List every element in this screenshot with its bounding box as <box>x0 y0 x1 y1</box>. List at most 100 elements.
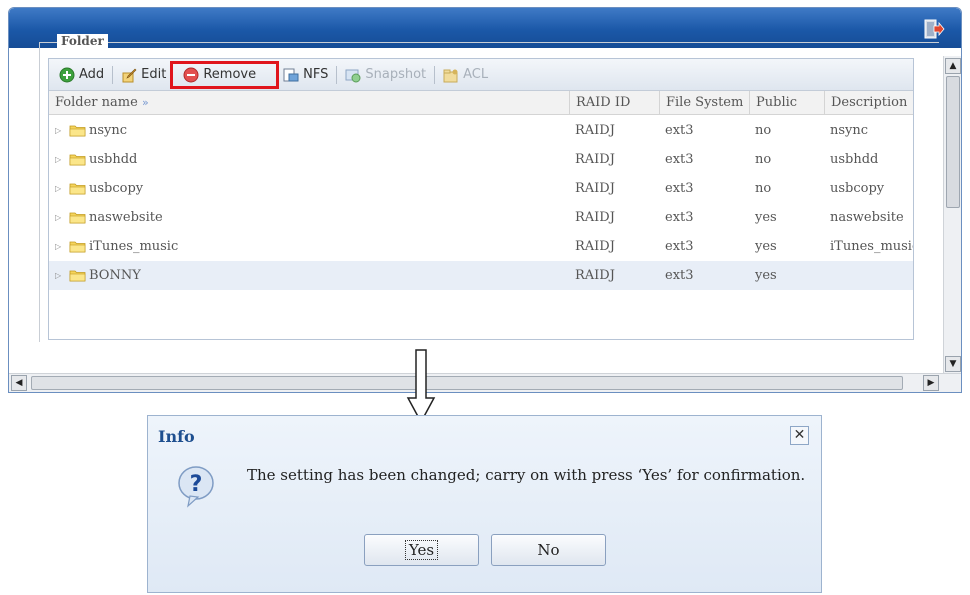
folder-icon <box>69 154 86 166</box>
folder-icon <box>69 241 86 253</box>
add-button-label: Add <box>79 67 105 82</box>
remove-button[interactable]: Remove <box>170 60 280 89</box>
down-arrow-icon <box>406 349 436 424</box>
file-system-cell: ext3 <box>665 181 694 196</box>
logout-icon[interactable] <box>923 18 945 40</box>
description-cell: nsync <box>830 123 869 138</box>
folder-name-cell: ▷ BONNY <box>49 261 569 290</box>
remove-icon <box>183 67 199 82</box>
nfs-icon <box>283 68 299 81</box>
nfs-button[interactable]: NFS <box>279 62 332 88</box>
vertical-scroll-thumb[interactable] <box>946 76 960 208</box>
nfs-button-label: NFS <box>303 67 329 82</box>
expand-arrow-icon[interactable]: ▷ <box>55 174 65 203</box>
raid-id-cell: RAIDJ <box>575 210 615 225</box>
toolbar-separator <box>434 65 436 84</box>
scroll-right-button[interactable]: ▶ <box>923 375 939 391</box>
vertical-scrollbar[interactable]: ▲ ▼ <box>943 56 961 374</box>
yes-button-label: Yes <box>404 540 439 560</box>
question-icon: ? <box>178 466 214 508</box>
description-cell: iTunes_music <box>830 239 914 254</box>
fieldset-legend: Folder <box>57 34 108 48</box>
folder-name-text: iTunes_music <box>89 239 179 254</box>
public-cell: no <box>755 123 772 138</box>
toolbar-separator <box>112 65 114 84</box>
header-raid-id[interactable]: RAID ID <box>569 91 659 115</box>
header-public[interactable]: Public <box>749 91 824 115</box>
table-row[interactable]: ▷ BONNY RAIDJ ext3 yes <box>49 261 913 290</box>
dialog-message: The setting has been changed; carry on w… <box>247 466 806 484</box>
info-dialog: Info ✕ ? The setting has been changed; c… <box>147 415 822 593</box>
edit-button[interactable]: Edit <box>117 62 170 88</box>
public-cell: yes <box>755 268 777 283</box>
expand-arrow-icon[interactable]: ▷ <box>55 116 65 145</box>
folder-name-cell: ▷ naswebsite <box>49 203 569 232</box>
public-cell: no <box>755 181 772 196</box>
folder-name-cell: ▷ nsync <box>49 116 569 145</box>
close-icon[interactable]: ✕ <box>790 426 809 445</box>
expand-arrow-icon[interactable]: ▷ <box>55 203 65 232</box>
file-system-cell: ext3 <box>665 268 694 283</box>
header-file-system[interactable]: File System <box>659 91 749 115</box>
table-row[interactable]: ▷ nsync RAIDJ ext3 no nsync <box>49 116 913 145</box>
snapshot-button-label: Snapshot <box>365 67 427 82</box>
grid-header: Folder name » RAID ID File System Public… <box>49 91 913 115</box>
acl-button[interactable]: ACL <box>439 62 492 88</box>
yes-button[interactable]: Yes <box>364 534 479 566</box>
description-cell: usbcopy <box>830 181 885 196</box>
table-row[interactable]: ▷ usbhdd RAIDJ ext3 no usbhdd <box>49 145 913 174</box>
header-description[interactable]: Description <box>824 91 913 115</box>
expand-arrow-icon[interactable]: ▷ <box>55 232 65 261</box>
description-cell: usbhdd <box>830 152 879 167</box>
table-row[interactable]: ▷ naswebsite RAIDJ ext3 yes naswebsite <box>49 203 913 232</box>
folder-window: ▲ ▼ ◀ ▶ Folder Add Edit Remove NFS Snaps… <box>8 7 962 393</box>
expand-arrow-icon[interactable]: ▷ <box>55 145 65 174</box>
raid-id-cell: RAIDJ <box>575 152 615 167</box>
toolbar-separator <box>336 65 338 84</box>
folder-icon <box>69 125 86 137</box>
edit-button-label: Edit <box>141 67 167 82</box>
snapshot-button[interactable]: Snapshot <box>341 62 430 88</box>
file-system-cell: ext3 <box>665 210 694 225</box>
header-folder-name[interactable]: Folder name » <box>49 91 569 115</box>
raid-id-cell: RAIDJ <box>575 239 615 254</box>
folder-icon <box>69 212 86 224</box>
public-cell: no <box>755 152 772 167</box>
scroll-up-button[interactable]: ▲ <box>945 58 961 74</box>
expand-columns-icon[interactable]: » <box>142 96 149 109</box>
description-cell <box>824 261 913 290</box>
table-row[interactable]: ▷ usbcopy RAIDJ ext3 no usbcopy <box>49 174 913 203</box>
folder-name-text: nsync <box>89 123 128 138</box>
horizontal-scrollbar[interactable]: ◀ ▶ <box>9 373 961 392</box>
snapshot-icon <box>345 69 361 82</box>
scroll-left-button[interactable]: ◀ <box>11 375 27 391</box>
raid-id-cell: RAIDJ <box>575 268 615 283</box>
description-cell: naswebsite <box>830 210 904 225</box>
raid-id-cell: RAIDJ <box>575 123 615 138</box>
horizontal-scroll-thumb[interactable] <box>31 376 903 390</box>
file-system-cell: ext3 <box>665 152 694 167</box>
table-row[interactable]: ▷ iTunes_music RAIDJ ext3 yes iTunes_music <box>49 232 913 261</box>
header-folder-name-label: Folder name <box>55 95 138 110</box>
file-system-cell: ext3 <box>665 239 694 254</box>
acl-button-label: ACL <box>463 67 489 82</box>
folder-grid-panel: Add Edit Remove NFS Snapshot ACL Folder … <box>48 58 914 340</box>
folder-name-text: BONNY <box>89 268 141 283</box>
edit-icon <box>122 68 137 82</box>
remove-button-label: Remove <box>203 67 257 82</box>
file-system-cell: ext3 <box>665 123 694 138</box>
add-icon <box>59 67 75 82</box>
public-cell: yes <box>755 210 777 225</box>
raid-id-cell: RAIDJ <box>575 181 615 196</box>
folder-name-text: usbcopy <box>89 181 144 196</box>
no-button[interactable]: No <box>491 534 606 566</box>
folder-name-text: usbhdd <box>89 152 138 167</box>
expand-arrow-icon[interactable]: ▷ <box>55 261 65 290</box>
folder-toolbar: Add Edit Remove NFS Snapshot ACL <box>49 59 913 91</box>
folder-icon <box>69 183 86 195</box>
scroll-down-button[interactable]: ▼ <box>945 356 961 372</box>
folder-name-cell: ▷ iTunes_music <box>49 232 569 261</box>
public-cell: yes <box>755 239 777 254</box>
folder-icon <box>69 270 86 282</box>
add-button[interactable]: Add <box>55 62 108 88</box>
